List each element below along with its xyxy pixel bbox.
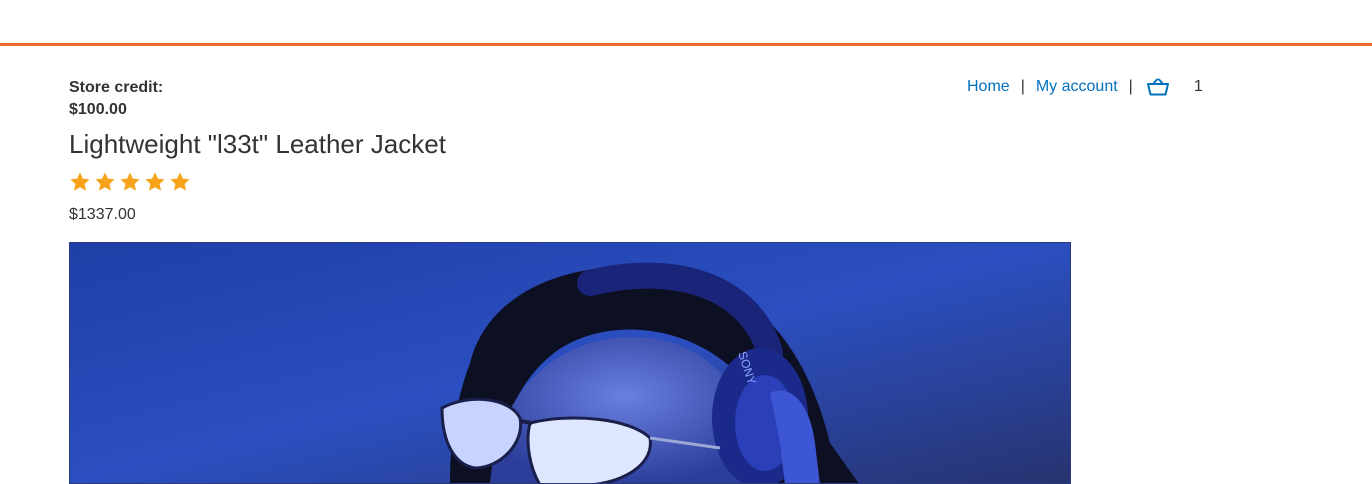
product-price: $1337.00 xyxy=(69,206,136,223)
nav-separator: | xyxy=(1128,78,1133,95)
nav-my-account-link[interactable]: My account xyxy=(1036,78,1118,96)
star-icon xyxy=(70,172,90,191)
star-icon xyxy=(95,172,115,191)
top-nav: Home | My account | 1 xyxy=(967,77,1203,97)
product-title: Lightweight "l33t" Leather Jacket xyxy=(69,129,446,159)
basket-icon[interactable] xyxy=(1146,77,1170,97)
nav-home-link[interactable]: Home xyxy=(967,78,1010,96)
store-credit-label: Store credit: xyxy=(69,79,164,96)
cart-count: 1 xyxy=(1193,78,1203,95)
star-icon xyxy=(120,172,140,191)
product-image: SONY xyxy=(69,242,1071,484)
store-credit: Store credit: $100.00 xyxy=(69,77,163,121)
star-icon xyxy=(170,172,190,191)
nav-separator: | xyxy=(1020,78,1025,95)
star-icon xyxy=(145,172,165,191)
store-credit-value: $100.00 xyxy=(69,101,127,118)
header-accent-line xyxy=(0,43,1372,46)
top-header-strip xyxy=(0,0,1372,43)
product-rating xyxy=(69,171,191,193)
